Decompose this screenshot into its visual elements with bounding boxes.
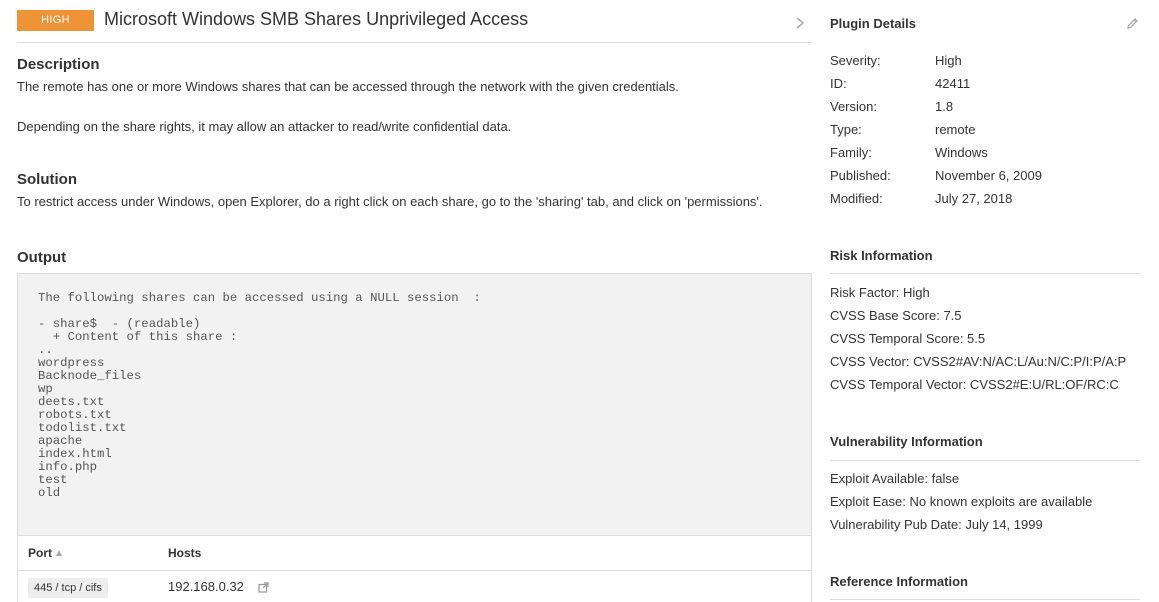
plugin-details-heading: Plugin Details bbox=[830, 16, 916, 31]
reference-info-heading: Reference Information bbox=[830, 574, 968, 589]
solution-text: To restrict access under Windows, open E… bbox=[17, 194, 763, 209]
solution-heading: Solution bbox=[17, 171, 77, 188]
version-label: Version: bbox=[830, 99, 877, 114]
modified-value: July 27, 2018 bbox=[935, 191, 1013, 206]
cvss-vector: CVSS Vector: CVSS2#AV:N/AC:L/Au:N/C:P/I:… bbox=[830, 354, 1127, 369]
hosts-column-header: Hosts bbox=[168, 546, 202, 560]
pencil-icon[interactable] bbox=[1126, 17, 1139, 30]
divider bbox=[830, 460, 1140, 461]
vuln-pub-date: Vulnerability Pub Date: July 14, 1999 bbox=[830, 517, 1043, 532]
output-heading: Output bbox=[17, 249, 67, 266]
sort-up-icon bbox=[56, 550, 62, 556]
vuln-info-heading: Vulnerability Information bbox=[830, 434, 983, 449]
ports-table: Port Hosts 445 / tcp / cifs 192.168.0.32 bbox=[17, 535, 812, 602]
page-title: Microsoft Windows SMB Shares Unprivilege… bbox=[104, 9, 529, 29]
host-ip[interactable]: 192.168.0.32 bbox=[168, 579, 244, 594]
description-text: The remote has one or more Windows share… bbox=[17, 79, 679, 94]
risk-info-heading: Risk Information bbox=[830, 248, 933, 263]
output-box: The following shares can be accessed usi… bbox=[17, 273, 812, 536]
external-link-icon[interactable] bbox=[258, 582, 269, 593]
type-value: remote bbox=[935, 122, 976, 137]
severity-value: High bbox=[935, 53, 962, 68]
severity-badge: HIGH bbox=[17, 10, 94, 31]
family-value: Windows bbox=[935, 145, 988, 160]
output-text: The following shares can be accessed usi… bbox=[38, 291, 481, 500]
type-label: Type: bbox=[830, 122, 862, 137]
id-value: 42411 bbox=[935, 76, 971, 91]
title-row: HIGH Microsoft Windows SMB Shares Unpriv… bbox=[17, 0, 811, 43]
modified-label: Modified: bbox=[830, 191, 883, 206]
description-text-2: Depending on the share rights, it may al… bbox=[17, 119, 512, 134]
port-tag[interactable]: 445 / tcp / cifs bbox=[28, 578, 108, 598]
version-value: 1.8 bbox=[935, 99, 954, 114]
family-label: Family: bbox=[830, 145, 872, 160]
sidebar: Plugin Details Severity: High ID: 42411 … bbox=[830, 0, 1140, 601]
risk-factor: Risk Factor: High bbox=[830, 285, 930, 300]
cvss-base-score: CVSS Base Score: 7.5 bbox=[830, 308, 962, 323]
published-label: Published: bbox=[830, 168, 891, 183]
port-column-header[interactable]: Port bbox=[28, 546, 62, 560]
id-label: ID: bbox=[830, 76, 847, 91]
cvss-temporal-score: CVSS Temporal Score: 5.5 bbox=[830, 331, 986, 346]
main-panel: HIGH Microsoft Windows SMB Shares Unpriv… bbox=[17, 0, 812, 602]
divider bbox=[830, 599, 1140, 600]
severity-label: Severity: bbox=[830, 53, 881, 68]
chevron-right-icon[interactable] bbox=[794, 16, 806, 30]
cvss-temporal-vector: CVSS Temporal Vector: CVSS2#E:U/RL:OF/RC… bbox=[830, 377, 1119, 392]
divider bbox=[830, 273, 1140, 274]
ports-table-header: Port Hosts bbox=[18, 536, 811, 571]
published-value: November 6, 2009 bbox=[935, 168, 1042, 183]
exploit-available: Exploit Available: false bbox=[830, 471, 960, 486]
exploit-ease: Exploit Ease: No known exploits are avai… bbox=[830, 494, 1093, 509]
description-heading: Description bbox=[17, 56, 100, 73]
port-column-label: Port bbox=[28, 546, 52, 560]
